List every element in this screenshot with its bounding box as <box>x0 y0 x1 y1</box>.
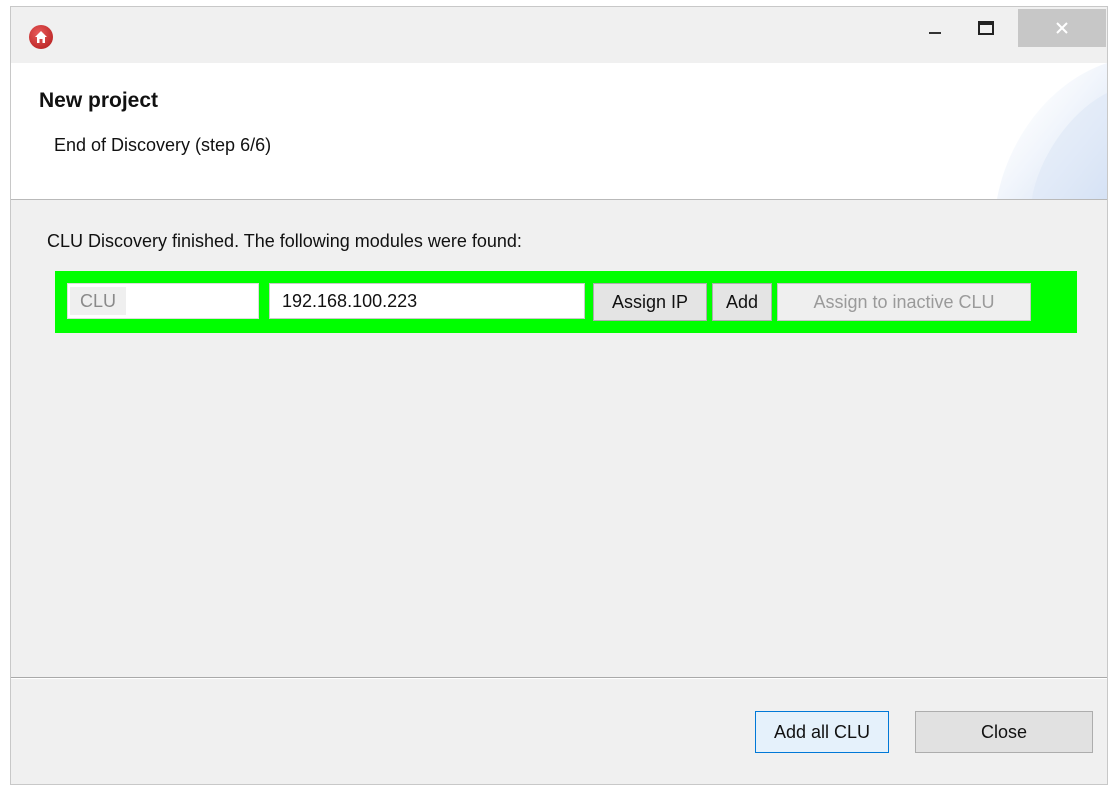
close-icon <box>1056 22 1068 34</box>
assign-ip-button[interactable]: Assign IP <box>593 283 707 321</box>
title-bar[interactable] <box>11 7 1107 63</box>
home-icon <box>29 25 53 49</box>
home-glyph <box>35 31 47 43</box>
module-row-clu: CLU 192.168.100.223 Assign IP Add Assign… <box>55 271 1077 333</box>
window-close-button[interactable] <box>1018 9 1106 47</box>
discovery-message: CLU Discovery finished. The following mo… <box>47 231 522 251</box>
page-title: New project <box>39 89 159 112</box>
header-decoration <box>997 63 1107 199</box>
minimize-button[interactable] <box>915 9 955 47</box>
wizard-header: New project End of Discovery (step 6/6) <box>11 63 1107 200</box>
maximize-button[interactable] <box>966 9 1006 47</box>
minimize-icon <box>929 32 941 34</box>
close-button[interactable]: Close <box>915 711 1093 753</box>
footer-divider <box>11 677 1107 679</box>
step-subtitle: End of Discovery (step 6/6) <box>54 135 272 155</box>
maximize-icon <box>978 21 994 35</box>
assign-to-inactive-clu-button: Assign to inactive CLU <box>777 283 1031 321</box>
ip-address-field[interactable]: 192.168.100.223 <box>269 283 585 319</box>
add-all-clu-button[interactable]: Add all CLU <box>755 711 889 753</box>
module-name-placeholder: CLU <box>70 287 127 315</box>
module-name-field[interactable]: CLU <box>67 283 259 319</box>
dialog-window: New project End of Discovery (step 6/6) … <box>10 6 1108 785</box>
add-module-button[interactable]: Add <box>712 283 772 321</box>
